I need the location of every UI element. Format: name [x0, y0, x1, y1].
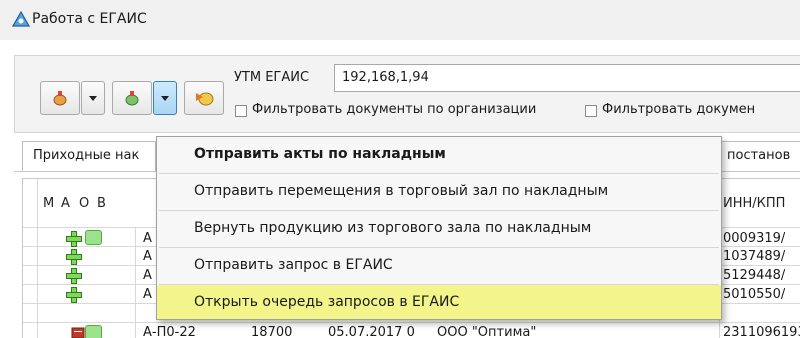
row-number-cell: А — [143, 268, 152, 283]
send-green-dropdown-button[interactable] — [153, 81, 177, 115]
filter-docs-checkbox[interactable] — [585, 105, 597, 117]
row-number-cell: А — [143, 287, 152, 302]
menu-item-send-request[interactable]: Отправить запрос в ЕГАИС — [157, 248, 721, 284]
filter-org-checkbox[interactable] — [235, 105, 247, 117]
tab-postanov[interactable]: постанов — [716, 141, 800, 171]
row-org-cell: ООО "Оптима" — [437, 325, 537, 338]
green-box-icon — [85, 325, 102, 338]
row-number-cell: А — [143, 231, 152, 246]
dropdown-arrow-icon — [89, 95, 97, 101]
column-header-a[interactable]: А — [61, 196, 70, 211]
row-inn-cell: 5129448/ — [723, 268, 786, 283]
filter-docs-label: Фильтровать докумен — [602, 102, 756, 117]
menu-item-send-acts[interactable]: Отправить акты по накладным — [157, 137, 721, 173]
title-bar: Работа с ЕГАИС — [0, 0, 800, 40]
column-header-o[interactable]: О — [79, 196, 89, 211]
row-number-cell: А — [143, 249, 152, 264]
utm-address-input[interactable]: 192,168,1,94 — [334, 64, 800, 92]
row-date-cell: 05.07.2017 0 — [328, 325, 415, 338]
utm-label: УТМ ЕГАИС — [234, 70, 310, 85]
send-acts-dropdown-button[interactable] — [81, 81, 105, 115]
send-button[interactable] — [184, 81, 224, 115]
row-number-cell: А-П0-22 — [143, 325, 196, 338]
row-inn-cell: 5010550/ — [723, 287, 786, 302]
filter-org-label: Фильтровать документы по организации — [252, 102, 537, 117]
plus-icon — [65, 230, 83, 248]
bottle-green-icon — [125, 91, 139, 106]
column-header-v[interactable]: В — [97, 196, 106, 211]
menu-item-send-transfers[interactable]: Отправить перемещения в торговый зал по … — [157, 174, 721, 210]
send-dropdown-menu: Отправить акты по накладным Отправить пе… — [156, 136, 722, 320]
row-indicator-column — [37, 179, 38, 338]
document-icon — [71, 327, 85, 338]
plus-icon — [65, 248, 83, 266]
window-title: Работа с ЕГАИС — [32, 11, 147, 27]
row-sum-cell: 18700 — [251, 325, 293, 338]
row-inn-cell: 0009319/ — [723, 231, 786, 246]
send-green-button[interactable] — [112, 81, 152, 115]
app-icon — [12, 11, 30, 27]
plus-icon — [65, 267, 83, 285]
send-icon — [196, 92, 214, 106]
tab-incoming-invoices[interactable]: Приходные нак — [22, 141, 156, 171]
plus-icon — [65, 286, 83, 304]
green-box-icon — [85, 230, 102, 245]
column-header-m[interactable]: М — [43, 196, 54, 211]
menu-item-open-request-queue[interactable]: Открыть очередь запросов в ЕГАИС — [157, 285, 721, 319]
column-header-inn[interactable]: ИНН/КПП — [723, 196, 785, 211]
row-inn-cell: 1037489/ — [723, 249, 786, 264]
row-inn-cell: 2311096193 — [723, 325, 800, 338]
dropdown-arrow-icon — [161, 95, 169, 101]
menu-item-return-products[interactable]: Вернуть продукцию из торгового зала по н… — [157, 211, 721, 247]
bottle-icon — [53, 91, 67, 106]
row-divider — [23, 322, 800, 323]
send-acts-button[interactable] — [40, 81, 80, 115]
